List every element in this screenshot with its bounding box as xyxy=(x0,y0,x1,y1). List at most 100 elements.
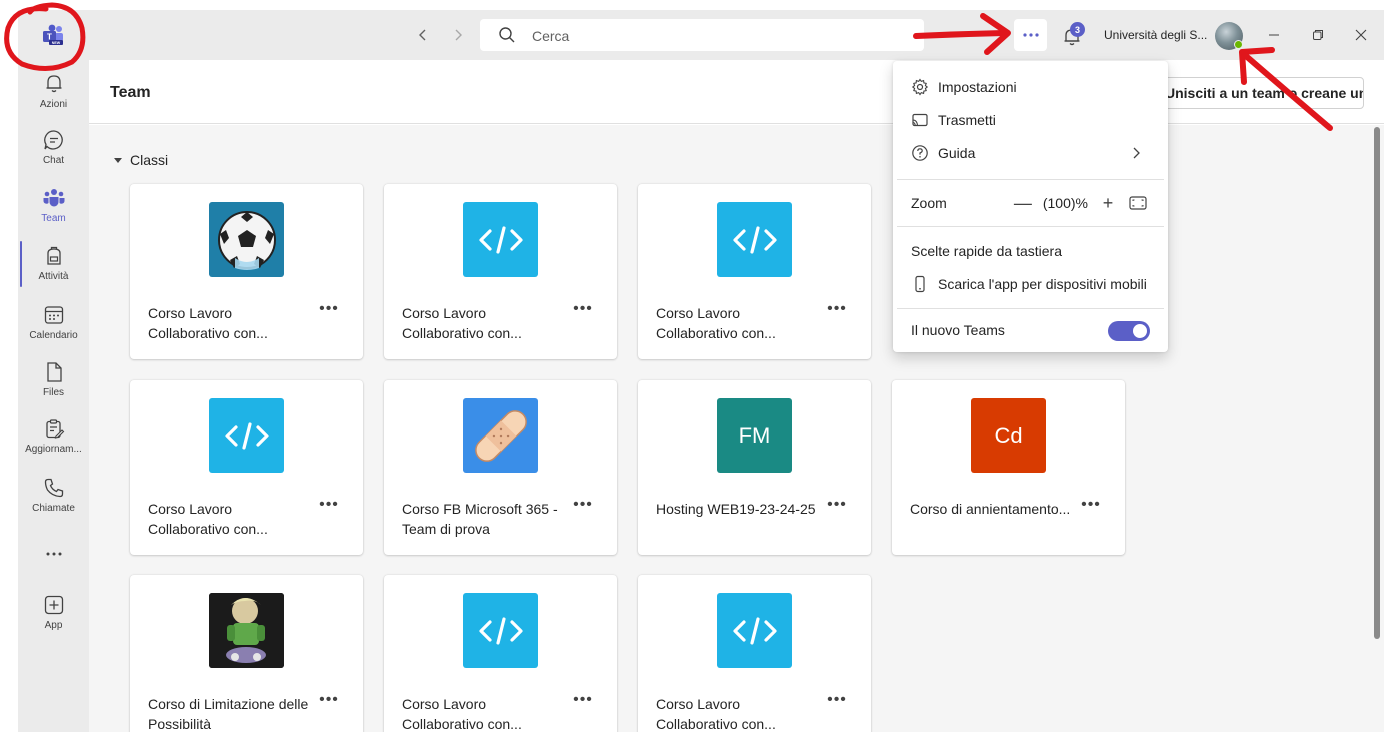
teams-icon xyxy=(43,189,64,207)
settings-and-more-button[interactable] xyxy=(1014,19,1047,51)
more-horizontal-icon xyxy=(1022,33,1039,37)
close-button[interactable] xyxy=(1350,24,1372,46)
phone-icon xyxy=(44,478,63,498)
chevron-right-icon xyxy=(455,29,462,41)
menu-item-label: Il nuovo Teams xyxy=(911,322,1005,338)
notification-count-badge: 3 xyxy=(1070,22,1085,37)
window-left-edge xyxy=(0,0,18,732)
add-app-icon xyxy=(44,595,63,615)
team-card[interactable]: Corso Lavoro Collaborativo con... ••• xyxy=(384,575,617,732)
presence-status-icon xyxy=(1234,40,1243,49)
code-icon xyxy=(209,398,284,473)
rail-item-calls[interactable]: Chiamate xyxy=(18,476,89,532)
more-horizontal-icon xyxy=(46,552,61,556)
code-icon xyxy=(463,593,538,668)
team-card-more-button[interactable]: ••• xyxy=(825,301,849,322)
rail-item-apps[interactable]: App xyxy=(18,593,89,649)
team-card-title: Corso Lavoro Collaborativo con... xyxy=(656,305,776,341)
close-icon xyxy=(1355,29,1367,41)
zoom-value: (100)% xyxy=(1042,195,1088,211)
forward-button[interactable] xyxy=(447,24,469,46)
menu-item-label: Guida xyxy=(938,145,976,161)
rail-item-files[interactable]: Files xyxy=(18,360,89,416)
restore-icon xyxy=(1313,30,1323,40)
menu-item-help[interactable]: Guida xyxy=(893,138,1168,168)
team-initials: Cd xyxy=(994,422,1023,448)
team-card[interactable]: Cd Corso di annientamento... ••• xyxy=(892,380,1125,555)
back-button[interactable] xyxy=(412,24,434,46)
menu-item-label: Scelte rapide da tastiera xyxy=(911,243,1062,259)
menu-divider xyxy=(897,179,1164,180)
fit-screen-icon xyxy=(1129,196,1147,210)
teams-logo-icon[interactable]: T NEW xyxy=(40,24,66,46)
join-or-create-team-button[interactable]: Unisciti a un team o creane uno xyxy=(1150,77,1364,109)
minimize-button[interactable] xyxy=(1263,24,1285,46)
rail-item-label: Chiamate xyxy=(32,503,75,514)
team-card[interactable]: FM Hosting WEB19-23-24-25 ••• xyxy=(638,380,871,555)
new-teams-toggle[interactable] xyxy=(1108,321,1150,341)
code-icon xyxy=(717,593,792,668)
chevron-left-icon xyxy=(419,29,426,41)
restore-button[interactable] xyxy=(1307,24,1329,46)
team-card-more-button[interactable]: ••• xyxy=(317,301,341,322)
team-card[interactable]: Corso Lavoro Collaborativo con... ••• xyxy=(130,184,363,359)
team-card-more-button[interactable]: ••• xyxy=(825,692,849,713)
team-card-title: Corso Lavoro Collaborativo con... xyxy=(656,696,776,732)
search-input[interactable] xyxy=(532,26,902,46)
rail-item-activity[interactable]: Attività xyxy=(18,244,89,300)
team-card-more-button[interactable]: ••• xyxy=(317,692,341,713)
rail-item-label: App xyxy=(44,620,63,631)
menu-item-mobile-app[interactable]: Scarica l'app per dispositivi mobili xyxy=(893,269,1168,299)
search-box[interactable] xyxy=(480,19,924,51)
rail-item-more[interactable] xyxy=(18,542,89,598)
team-card[interactable]: Corso Lavoro Collaborativo con... ••• xyxy=(638,184,871,359)
zoom-label: Zoom xyxy=(911,195,947,211)
organization-name[interactable]: Università degli S... xyxy=(1104,28,1207,42)
menu-item-zoom: Zoom — (100)% + xyxy=(893,188,1168,218)
app-rail: Azioni Chat Team Attività Calendario Fil… xyxy=(18,60,89,732)
team-card-more-button[interactable]: ••• xyxy=(1079,497,1103,518)
team-card-more-button[interactable]: ••• xyxy=(825,497,849,518)
team-card-more-button[interactable]: ••• xyxy=(571,301,595,322)
rail-item-label: Chat xyxy=(42,155,65,166)
fit-screen-button[interactable] xyxy=(1128,193,1148,213)
help-icon xyxy=(912,145,928,161)
team-card-title: Corso di Limitazione delle Possibilità xyxy=(148,696,309,732)
team-card[interactable]: Corso FB Microsoft 365 -Team di prova ••• xyxy=(384,380,617,555)
clipboard-edit-icon xyxy=(45,419,64,439)
rail-item-label: Aggiornam... xyxy=(25,444,82,455)
team-card[interactable]: Corso Lavoro Collaborativo con... ••• xyxy=(384,184,617,359)
menu-item-label: Scarica l'app per dispositivi mobili xyxy=(938,276,1147,292)
rail-item-team[interactable]: Team xyxy=(18,186,89,242)
menu-item-new-teams: Il nuovo Teams xyxy=(893,315,1168,345)
team-card[interactable]: Corso Lavoro Collaborativo con... ••• xyxy=(638,575,871,732)
team-card-title: Corso di annientamento... xyxy=(910,501,1071,517)
calendar-icon xyxy=(44,306,63,324)
menu-item-shortcuts[interactable]: Scelte rapide da tastiera xyxy=(893,236,1168,266)
team-card-title: Corso FB Microsoft 365 -Team di prova xyxy=(402,501,558,537)
team-card-title: Corso Lavoro Collaborativo con... xyxy=(148,305,268,341)
rail-item-label: Calendario xyxy=(29,330,78,341)
menu-divider xyxy=(897,226,1164,227)
zoom-in-button[interactable]: + xyxy=(1098,193,1118,213)
section-label: Classi xyxy=(130,152,169,168)
scrollbar[interactable] xyxy=(1374,127,1380,639)
team-card-title: Corso Lavoro Collaborativo con... xyxy=(402,696,522,732)
team-card-more-button[interactable]: ••• xyxy=(571,692,595,713)
team-card-more-button[interactable]: ••• xyxy=(317,497,341,518)
team-card[interactable]: Corso di Limitazione delle Possibilità ••… xyxy=(130,575,363,732)
team-card[interactable]: Corso Lavoro Collaborativo con... ••• xyxy=(130,380,363,555)
section-classi-toggle[interactable]: Classi xyxy=(114,152,168,168)
menu-item-cast[interactable]: Trasmetti xyxy=(893,105,1168,135)
zoom-out-button[interactable]: — xyxy=(1013,193,1033,213)
menu-item-settings[interactable]: Impostazioni xyxy=(893,72,1168,102)
backpack-icon xyxy=(46,246,61,265)
menu-item-label: Impostazioni xyxy=(938,79,1017,95)
rail-item-chat[interactable]: Chat xyxy=(18,128,89,184)
team-card-title: Hosting WEB19-23-24-25 xyxy=(656,501,816,517)
team-card-more-button[interactable]: ••• xyxy=(571,497,595,518)
rail-item-actions[interactable]: Azioni xyxy=(18,72,89,128)
rail-item-calendar[interactable]: Calendario xyxy=(18,303,89,359)
rail-item-updates[interactable]: Aggiornam... xyxy=(18,417,89,473)
code-icon xyxy=(463,202,538,277)
